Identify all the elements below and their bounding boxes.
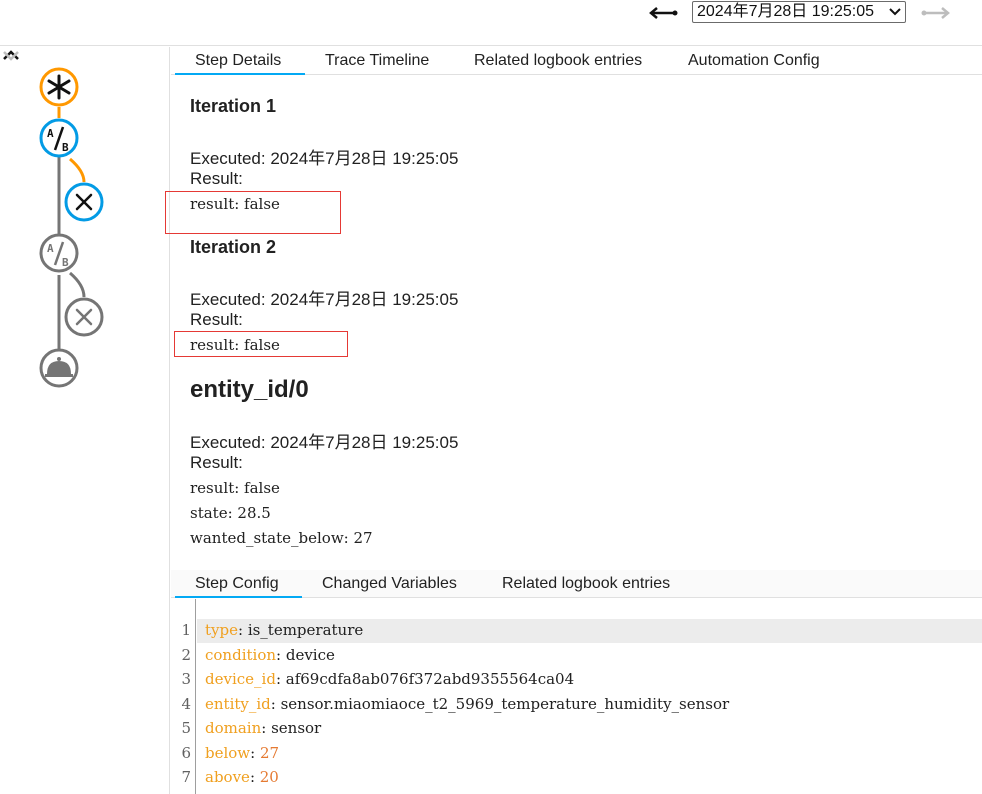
trace-select-value: 2024年7月28日 19:25:05 — [697, 3, 875, 20]
iteration-2-executed: Executed: 2024年7月28日 19:25:05 — [190, 290, 459, 309]
entity-executed: Executed: 2024年7月28日 19:25:05 — [190, 433, 459, 452]
entity-result-line: result: false — [190, 479, 280, 497]
yaml-key: above — [205, 768, 250, 786]
code-line: 3 device_id: af69cdfa8ab076f372abd9355564… — [171, 670, 982, 694]
line-number: 7 — [181, 768, 191, 786]
condition-fail-node-2[interactable] — [64, 297, 104, 337]
code-line: 6 below: 27 — [171, 744, 982, 768]
yaml-value: 27 — [259, 743, 280, 762]
highlight-box-2 — [174, 331, 348, 357]
tab-step-related-logbook[interactable]: Related logbook entries — [502, 575, 670, 593]
code-text: below: 27 — [205, 743, 280, 762]
highlight-box-1 — [165, 191, 341, 234]
config-code-editor[interactable]: 1 type: is_temperature 2 condition: device 3… — [171, 599, 982, 794]
trigger-node[interactable] — [39, 67, 79, 107]
iteration-1-result-label: Result: — [190, 169, 243, 188]
trace-select[interactable]: 2024年7月28日 19:25:05 — [692, 1, 906, 23]
iteration-1-title: Iteration 1 — [190, 96, 277, 116]
yaml-key: device_id — [205, 670, 276, 688]
code-text: type: is_temperature — [205, 621, 364, 639]
tab-related-logbook[interactable]: Related logbook entries — [474, 52, 642, 70]
yaml-key: entity_id — [205, 694, 271, 713]
code-text: above: 20 — [205, 768, 279, 786]
chevron-down-icon[interactable] — [0, 47, 22, 63]
action-node[interactable] — [39, 348, 79, 388]
active-tab-indicator — [175, 73, 305, 75]
iteration-2-title: Iteration 2 — [190, 237, 277, 257]
code-text: device_id: af69cdfa8ab076f372abd9355564c… — [205, 670, 575, 688]
trace-graph: A B A B — [0, 47, 170, 794]
trace-detail-panel: Step Details Trace Timeline Related logb… — [165, 47, 982, 794]
previous-trace-icon[interactable] — [648, 6, 678, 20]
chevron-down-icon — [889, 8, 901, 16]
line-number: 5 — [181, 719, 191, 737]
condition-node-1[interactable]: A B — [39, 118, 79, 158]
tab-trace-timeline[interactable]: Trace Timeline — [325, 52, 429, 70]
svg-text:A: A — [47, 242, 54, 255]
svg-text:B: B — [62, 256, 69, 269]
yaml-key: below — [205, 743, 251, 762]
code-text: condition: device — [205, 645, 335, 664]
entity-result-label: Result: — [190, 453, 243, 472]
yaml-value: device — [285, 645, 335, 664]
code-line: 5 domain: sensor — [171, 719, 982, 743]
condition-fail-node-1[interactable] — [64, 182, 104, 222]
code-line: 7 above: 20 — [171, 768, 982, 792]
tab-step-config[interactable]: Step Config — [195, 575, 279, 593]
code-text: entity_id: sensor.miaomiaoce_t2_5969_tem… — [205, 694, 730, 713]
iteration-1-executed: Executed: 2024年7月28日 19:25:05 — [190, 149, 459, 168]
entity-state-line: state: 28.5 — [190, 504, 271, 522]
yaml-value: 20 — [259, 768, 279, 786]
next-trace-icon[interactable] — [921, 6, 951, 20]
tab-step-details[interactable]: Step Details — [195, 52, 281, 70]
graph-canvas: A B A B — [39, 67, 104, 388]
code-text: domain: sensor — [205, 719, 322, 737]
yaml-key: condition — [205, 645, 277, 664]
condition-node-2[interactable]: A B — [39, 233, 79, 273]
detail-tabs: Step Details Trace Timeline Related logb… — [171, 47, 982, 75]
svg-text:B: B — [62, 141, 69, 154]
line-number: 4 — [181, 694, 191, 713]
line-number: 6 — [181, 743, 191, 762]
active-step-tab-indicator — [175, 596, 302, 598]
line-number: 2 — [181, 645, 191, 664]
iteration-2-result-label: Result: — [190, 310, 243, 329]
entity-wanted-state-line: wanted_state_below: 27 — [190, 529, 373, 547]
line-number: 3 — [181, 670, 191, 688]
entity-title: entity_id/0 — [190, 376, 309, 403]
trace-toolbar: 2024年7月28日 19:25:05 — [0, 0, 982, 46]
yaml-key: domain — [205, 719, 262, 737]
step-tabs: Step Config Changed Variables Related lo… — [171, 570, 982, 598]
code-line: 4 entity_id: sensor.miaomiaoce_t2_5969_te… — [171, 695, 982, 719]
tab-automation-config[interactable]: Automation Config — [688, 52, 820, 70]
yaml-key: type — [205, 621, 238, 639]
yaml-value: is_temperature — [247, 621, 364, 639]
svg-text:A: A — [47, 127, 54, 140]
yaml-value: sensor.miaomiaoce_t2_5969_temperature_hu… — [280, 694, 730, 713]
code-line: 2 condition: device — [171, 646, 982, 670]
yaml-value: af69cdfa8ab076f372abd9355564ca04 — [285, 670, 575, 688]
code-line: 1 type: is_temperature — [171, 621, 982, 645]
yaml-value: sensor — [271, 719, 322, 737]
tab-changed-variables[interactable]: Changed Variables — [322, 575, 457, 593]
line-number: 1 — [181, 621, 191, 639]
